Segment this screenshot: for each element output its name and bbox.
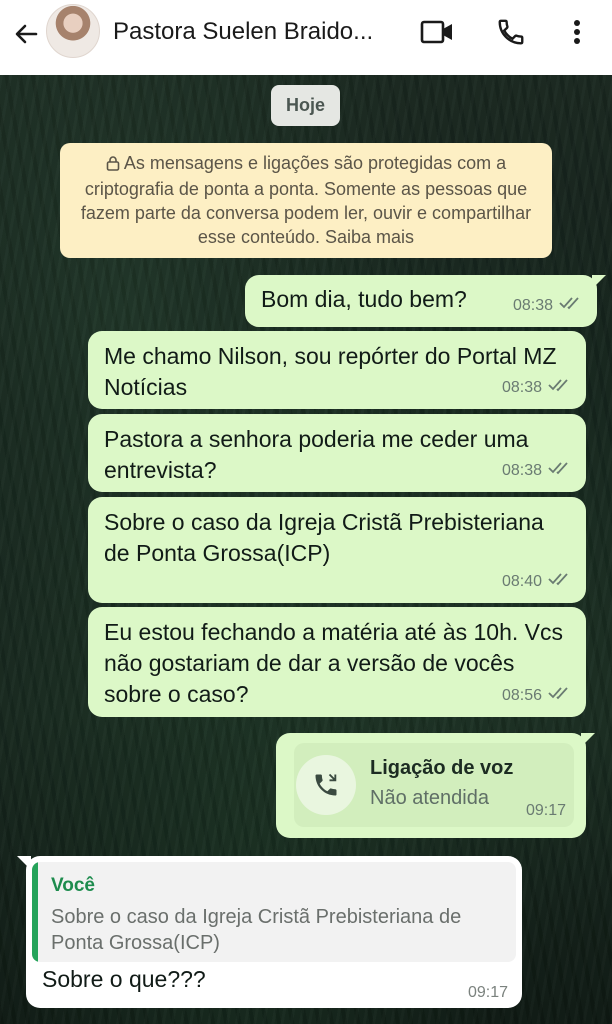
message-time: 08:38 (512, 297, 553, 314)
chat-header: Pastora Suelen Braido... (0, 0, 612, 75)
contact-avatar[interactable] (46, 4, 100, 58)
quoted-author: Você (51, 875, 96, 896)
call-status: Não atendida (370, 787, 489, 809)
message-time: 08:38 (501, 462, 542, 479)
read-receipt-icon (559, 290, 583, 321)
contact-name[interactable]: Pastora Suelen Braido... (113, 16, 398, 48)
message-text: Bom dia, tudo bem? (261, 286, 467, 312)
call-title: Ligação de voz (370, 757, 514, 779)
read-receipt-icon (548, 455, 572, 486)
message-text: Pastora a senhora poderia me ceder uma e… (104, 426, 529, 483)
message-text: Sobre o que??? (42, 966, 206, 992)
incoming-message-bubble[interactable]: Você Sobre o caso da Igreja Cristã Prebi… (17, 856, 522, 1008)
message-bubble[interactable]: Eu estou fechando a matéria até às 10h. … (88, 607, 586, 717)
read-receipt-icon (548, 680, 572, 711)
message-text: Eu estou fechando a matéria até às 10h. … (104, 619, 564, 707)
quote-accent-bar (32, 862, 38, 962)
message-bubble[interactable]: Sobre o caso da Igreja Cristã Prebisteri… (88, 497, 586, 603)
read-receipt-icon (548, 372, 572, 403)
message-time: 08:40 (501, 573, 542, 590)
more-options-icon[interactable] (558, 14, 596, 50)
quoted-text: Sobre o caso da Igreja Cristã Prebisteri… (51, 906, 462, 954)
voice-call-icon[interactable] (492, 14, 530, 50)
message-text: Me chamo Nilson, sou repórter do Portal … (104, 343, 557, 400)
lock-icon (106, 153, 120, 177)
encryption-notice-text: As mensagens e ligações são protegidas c… (80, 153, 532, 247)
message-bubble[interactable]: Me chamo Nilson, sou repórter do Portal … (88, 331, 586, 409)
message-time: 08:38 (501, 379, 542, 396)
voice-call-message[interactable]: Ligação de voz Não atendida 09:17 (276, 733, 595, 838)
encryption-notice[interactable]: As mensagens e ligações são protegidas c… (60, 143, 552, 258)
back-arrow-icon[interactable] (8, 16, 44, 52)
message-bubble[interactable]: Bom dia, tudo bem? 08:38 (245, 275, 606, 327)
message-bubble[interactable]: Pastora a senhora poderia me ceder uma e… (88, 414, 586, 492)
quoted-message[interactable]: Você Sobre o caso da Igreja Cristã Prebi… (32, 862, 516, 962)
call-time: 09:17 (525, 802, 566, 819)
video-call-icon[interactable] (418, 14, 456, 50)
message-text: Sobre o caso da Igreja Cristã Prebisteri… (104, 509, 544, 566)
missed-call-icon (296, 755, 356, 815)
message-time: 09:17 (467, 984, 508, 1001)
read-receipt-icon (548, 566, 572, 597)
message-time: 08:56 (501, 687, 542, 704)
date-chip: Hoje (271, 85, 340, 126)
